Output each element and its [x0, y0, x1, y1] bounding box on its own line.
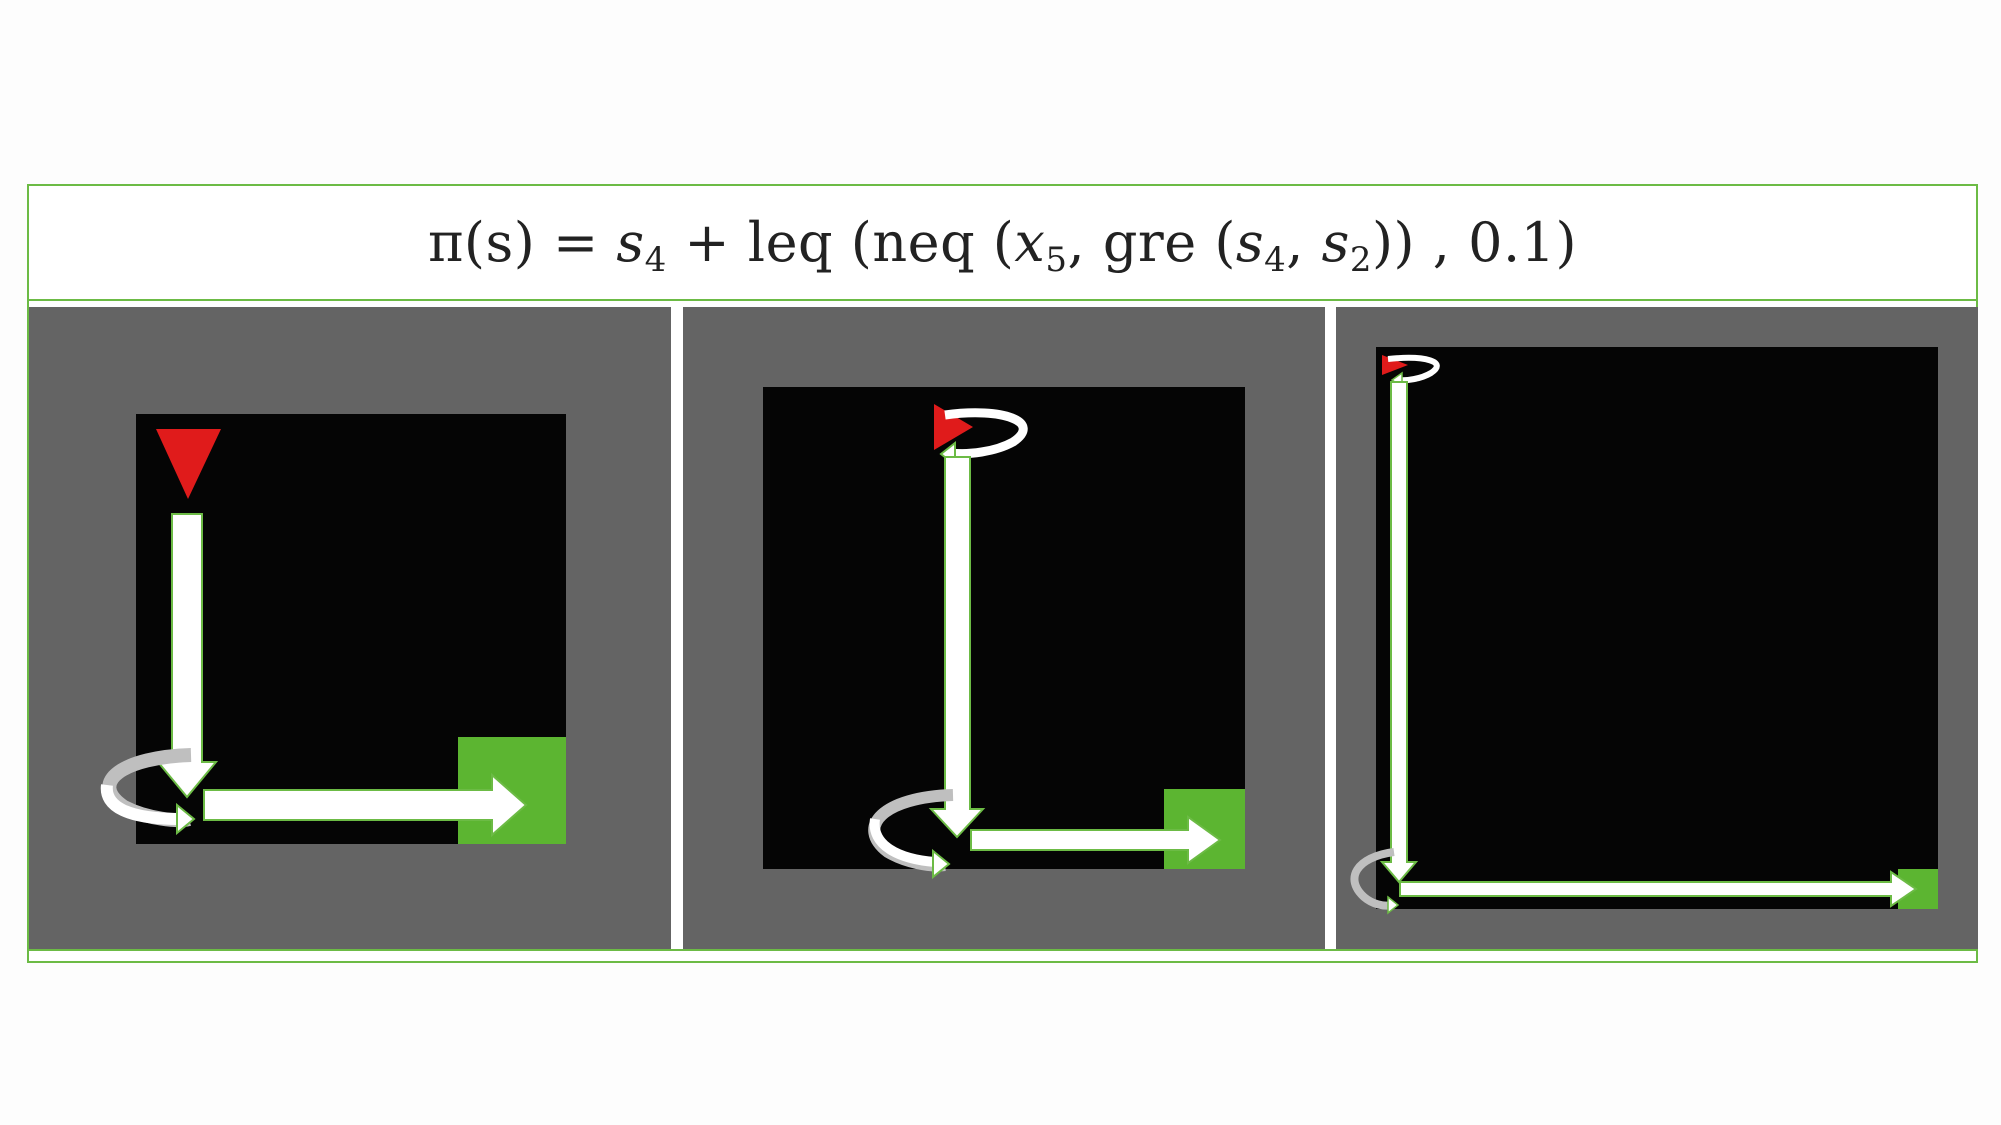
formula-box: π(s) = s4 + leq (neq (x5, gre (s4, s2)) …: [29, 186, 1976, 301]
panel-large-grid: [1336, 307, 1978, 949]
panel-small-grid: [29, 307, 671, 949]
grid-area: [1376, 347, 1938, 909]
figure-frame: π(s) = s4 + leq (neq (x5, gre (s4, s2)) …: [27, 184, 1978, 963]
policy-formula: π(s) = s4 + leq (neq (x5, gre (s4, s2)) …: [427, 211, 1578, 280]
panel-medium-grid: [683, 307, 1325, 949]
panels-row: [29, 307, 1978, 951]
